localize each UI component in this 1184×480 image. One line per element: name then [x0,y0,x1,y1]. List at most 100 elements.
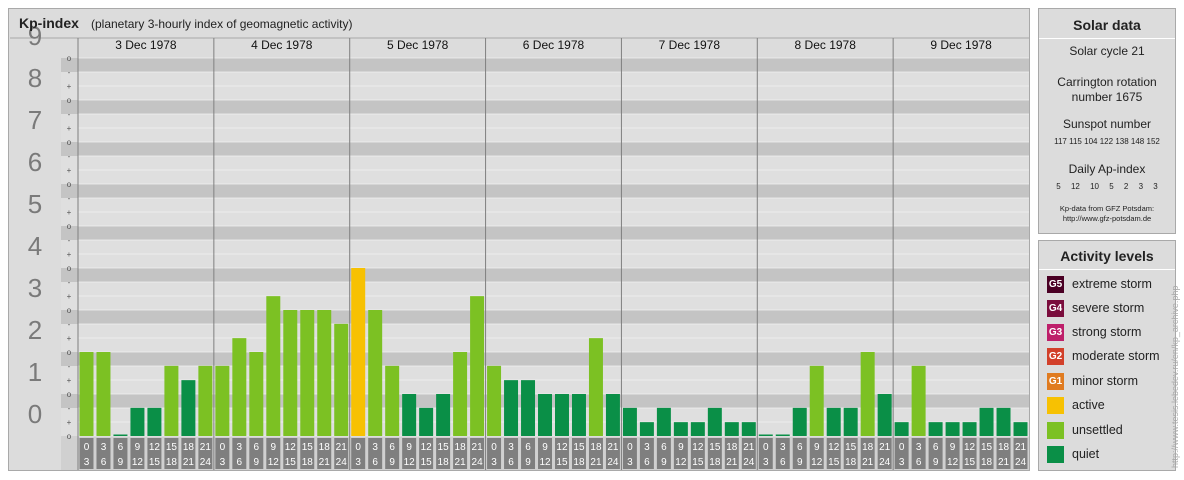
interval-start-label: 21 [336,442,348,453]
interval-end-label: 15 [556,457,568,468]
kp-bar [283,310,298,436]
interval-start-label: 15 [981,442,993,453]
kp-bar [673,422,688,436]
interval-end-label: 12 [404,457,416,468]
minor-tick-label: - [68,194,71,203]
sunspot-value: 152 [1146,137,1160,146]
data-source: Kp-data from GFZ Potsdam: [1059,204,1155,213]
kp-bar [334,323,349,436]
interval-start-label: 0 [763,442,769,453]
interval-end-label: 6 [101,457,107,468]
kp-bar [928,422,943,436]
day-label: 4 Dec 1978 [251,38,313,52]
kp-bar [809,365,824,436]
band-dark [61,58,1029,72]
minor-tick-label: o [67,432,72,441]
minor-tick-label: + [67,334,72,343]
sunspot-value: 122 [1099,137,1114,146]
kp-chart: 0123456789o+-o+-o+-o+-o+-o+-o+-o+-o+-o3 … [10,21,1029,470]
carrington-number: number 1675 [1071,90,1143,104]
band-dark [61,226,1029,240]
data-source-link[interactable]: http://www.gfz-potsdam.de [1039,214,1175,223]
carrington-label: Carrington rotation [1057,75,1157,89]
solar-data-heading: Solar data [1073,17,1141,33]
kp-bar [622,407,637,436]
interval-start-label: 18 [319,442,331,453]
watermark: http://www.tesis.lebedev.ru/en/kp_archiv… [1170,285,1180,468]
kp-bar [351,268,366,436]
kp-bar [555,394,569,436]
minor-tick-label: - [68,68,71,77]
interval-start-label: 3 [780,442,786,453]
kp-bar [605,394,620,436]
interval-end-label: 15 [964,457,976,468]
interval-end-label: 9 [118,457,124,468]
interval-start-label: 0 [355,442,361,453]
interval-start-label: 12 [556,442,568,453]
minor-tick-label: - [68,404,71,413]
interval-end-label: 9 [525,457,531,468]
interval-end-label: 6 [780,457,786,468]
kp-bar [741,422,756,436]
interval-end-label: 24 [607,457,619,468]
kp-bar [79,352,94,436]
interval-start-label: 18 [862,442,874,453]
interval-start-label: 0 [491,442,497,453]
ap-value: 2 [1123,182,1129,191]
interval-end-label: 15 [285,457,297,468]
interval-start-label: 6 [118,442,124,453]
band-dark [61,142,1029,156]
kp-bar [130,407,145,436]
interval-end-label: 15 [421,457,433,468]
kp-bar [724,422,739,436]
kp-bar [656,407,671,436]
interval-end-label: 15 [828,457,840,468]
kp-bar [164,365,179,436]
interval-start-label: 6 [389,442,395,453]
solar-data-panel: Solar data Solar cycle 21 Carrington rot… [1038,8,1176,234]
kp-bar [996,407,1011,436]
interval-start-label: 12 [285,442,297,453]
kp-bar [588,338,603,436]
interval-start-label: 6 [525,442,531,453]
interval-end-label: 3 [491,457,497,468]
day-label: 7 Dec 1978 [659,38,721,52]
legend-label: minor storm [1072,374,1138,388]
interval-start-label: 6 [797,442,803,453]
kp-bar [215,365,230,436]
interval-start-label: 9 [814,442,820,453]
interval-end-label: 9 [933,457,939,468]
interval-start-label: 6 [661,442,667,453]
kp-bar [877,394,892,436]
interval-start-label: 9 [135,442,141,453]
ap-value: 10 [1090,182,1099,191]
sunspot-value: 117 [1054,137,1067,146]
interval-start-label: 12 [828,442,840,453]
chart-title: Kp-index [19,15,79,31]
y-tick-label: 3 [28,273,42,303]
kp-bar [979,407,994,436]
kp-bar [843,407,858,436]
minor-tick-label: - [68,236,71,245]
legend-swatch [1047,422,1064,439]
interval-end-label: 24 [879,457,891,468]
interval-end-label: 21 [998,457,1010,468]
kp-bar [368,310,383,436]
kp-bar [249,352,264,436]
interval-start-label: 0 [627,442,633,453]
interval-start-label: 9 [678,442,684,453]
legend-swatch: G1 [1047,373,1064,390]
ap-value: 12 [1070,182,1080,191]
interval-end-label: 24 [743,457,755,468]
interval-end-label: 12 [268,457,280,468]
day-label: 3 Dec 1978 [115,38,177,52]
minor-tick-label: + [67,376,72,385]
ap-label: Daily Ap-index [1068,162,1146,176]
interval-end-label: 21 [862,457,874,468]
kp-bar [962,422,977,436]
interval-end-label: 12 [675,457,687,468]
day-label: 6 Dec 1978 [523,38,585,52]
minor-tick-label: - [68,362,71,371]
interval-end-label: 12 [132,457,144,468]
interval-start-label: 15 [302,442,314,453]
